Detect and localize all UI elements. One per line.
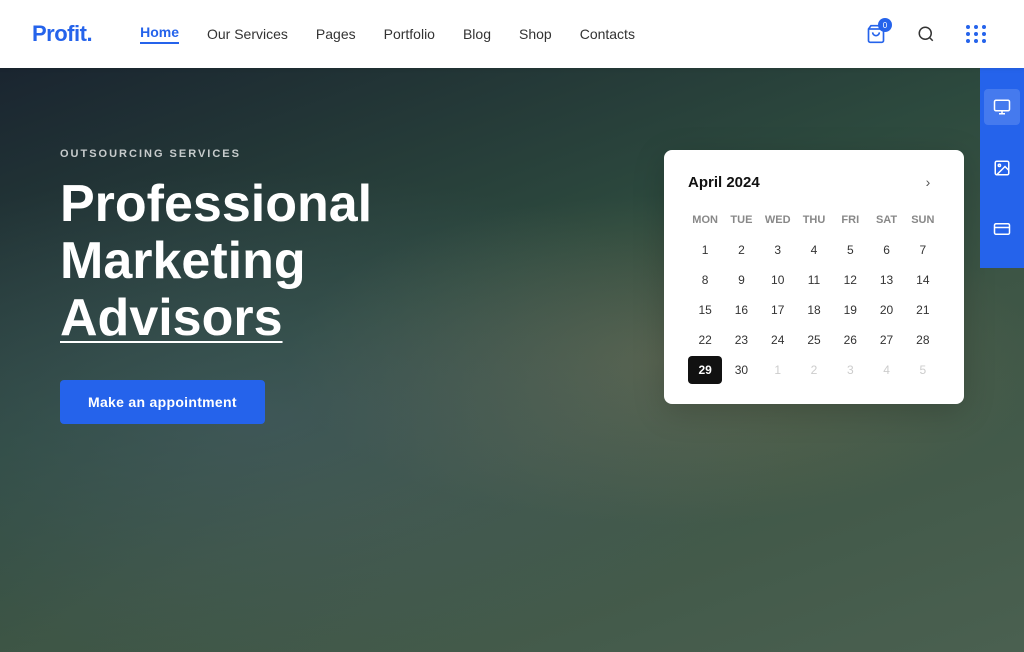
day-header-wed: WED [761,210,795,234]
cal-day-8[interactable]: 8 [688,266,722,294]
cal-day-19[interactable]: 19 [833,296,867,324]
nav-portfolio[interactable]: Portfolio [384,26,435,42]
day-header-sat: SAT [869,210,903,234]
cal-day-20[interactable]: 20 [869,296,903,324]
cal-day-12[interactable]: 12 [833,266,867,294]
cal-day-4[interactable]: 4 [797,236,831,264]
nav-home[interactable]: Home [140,24,179,44]
cal-day-5[interactable]: 5 [833,236,867,264]
cart-icon[interactable]: 0 [860,18,892,50]
grid-menu-icon[interactable] [960,18,992,50]
cal-day-next-1[interactable]: 1 [761,356,795,384]
sidebar-card-icon[interactable] [984,211,1020,247]
nav-blog[interactable]: Blog [463,26,491,42]
calendar-popup: April 2024 › MON TUE WED THU FRI SAT SUN… [664,150,964,404]
hero-title: Professional Marketing Advisors [60,176,600,348]
logo[interactable]: Profit. [32,21,92,47]
sidebar-cart-icon[interactable] [984,89,1020,125]
logo-text: Profit [32,21,86,46]
cal-day-17[interactable]: 17 [761,296,795,324]
cal-day-next-2[interactable]: 2 [797,356,831,384]
hero-title-line1: Professional [60,175,372,233]
calendar-header: April 2024 › [688,170,940,194]
dots-grid [966,25,987,43]
make-appointment-button[interactable]: Make an appointment [60,380,265,424]
cal-day-18[interactable]: 18 [797,296,831,324]
cal-day-30[interactable]: 30 [724,356,758,384]
cal-day-11[interactable]: 11 [797,266,831,294]
search-icon[interactable] [910,18,942,50]
header: Profit. Home Our Services Pages Portfoli… [0,0,1024,68]
cal-day-26[interactable]: 26 [833,326,867,354]
header-icons: 0 [860,18,992,50]
cal-day-14[interactable]: 14 [906,266,940,294]
cal-day-24[interactable]: 24 [761,326,795,354]
cart-badge: 0 [878,18,892,32]
main-nav: Home Our Services Pages Portfolio Blog S… [140,24,860,44]
cal-day-22[interactable]: 22 [688,326,722,354]
right-sidebar [980,68,1024,268]
cal-day-29[interactable]: 29 [688,356,722,384]
sidebar-image-icon[interactable] [984,150,1020,186]
nav-shop[interactable]: Shop [519,26,552,42]
cal-day-next-5[interactable]: 5 [906,356,940,384]
logo-dot: . [86,21,92,46]
cal-day-7[interactable]: 7 [906,236,940,264]
cal-day-9[interactable]: 9 [724,266,758,294]
day-header-mon: MON [688,210,722,234]
cal-day-15[interactable]: 15 [688,296,722,324]
nav-pages[interactable]: Pages [316,26,356,42]
calendar-title: April 2024 [688,174,760,191]
cal-day-10[interactable]: 10 [761,266,795,294]
day-header-sun: SUN [906,210,940,234]
cal-day-1[interactable]: 1 [688,236,722,264]
cal-day-27[interactable]: 27 [869,326,903,354]
cal-day-23[interactable]: 23 [724,326,758,354]
cal-day-13[interactable]: 13 [869,266,903,294]
day-header-tue: TUE [724,210,758,234]
cal-day-3[interactable]: 3 [761,236,795,264]
calendar-grid: MON TUE WED THU FRI SAT SUN 1 2 3 4 5 6 … [688,210,940,384]
hero-title-line3: Advisors [60,289,283,347]
cal-day-next-3[interactable]: 3 [833,356,867,384]
day-header-thu: THU [797,210,831,234]
nav-our-services[interactable]: Our Services [207,26,288,42]
cal-day-16[interactable]: 16 [724,296,758,324]
cal-day-6[interactable]: 6 [869,236,903,264]
cal-day-2[interactable]: 2 [724,236,758,264]
cal-day-next-4[interactable]: 4 [869,356,903,384]
cal-day-25[interactable]: 25 [797,326,831,354]
cal-day-28[interactable]: 28 [906,326,940,354]
cal-day-21[interactable]: 21 [906,296,940,324]
calendar-next-button[interactable]: › [916,170,940,194]
day-header-fri: FRI [833,210,867,234]
hero-title-line2: Marketing [60,232,306,290]
nav-contacts[interactable]: Contacts [580,26,635,42]
